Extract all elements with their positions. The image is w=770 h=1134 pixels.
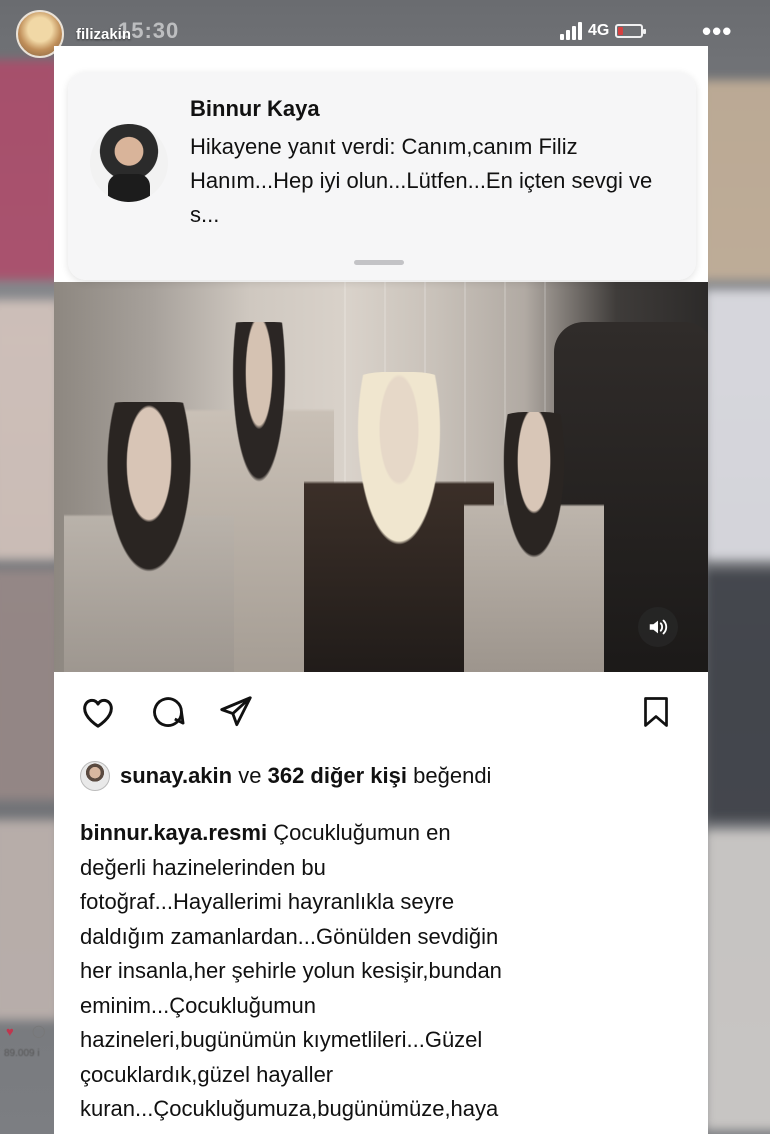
likes-suffix: beğendi — [413, 763, 492, 788]
likes-connector: ve — [238, 763, 262, 788]
background-heart-icon: ♥ — [6, 1024, 14, 1039]
caption-author[interactable]: binnur.kaya.resmi — [80, 820, 267, 845]
network-label: 4G — [588, 22, 610, 39]
bookmark-icon[interactable] — [634, 690, 678, 734]
notification-avatar — [90, 124, 168, 202]
post-photo — [54, 282, 708, 672]
notification-drag-handle[interactable] — [354, 260, 404, 265]
post-actions — [54, 672, 708, 752]
notification-message: Hikayene yanıt verdi: Canım,canım Filiz … — [190, 134, 653, 227]
notification-sender: Binnur Kaya — [190, 96, 320, 121]
likes-count[interactable]: 362 diğer kişi — [268, 763, 407, 788]
send-icon[interactable] — [214, 690, 258, 734]
post-caption: binnur.kaya.resmi Çocukluğumun en değerl… — [80, 816, 700, 1134]
speaker-icon[interactable] — [638, 607, 678, 647]
battery-icon — [615, 24, 647, 38]
likes-line: sunay.akin ve 362 diğer kişi beğendi — [80, 758, 491, 794]
heart-icon[interactable] — [76, 690, 120, 734]
liker-username[interactable]: sunay.akin — [120, 763, 232, 788]
background-comment-icon: ◯ — [32, 1024, 46, 1038]
signal-icon — [560, 22, 582, 40]
caption-text: Çocukluğumun en değerli hazinelerinden b… — [80, 820, 502, 1134]
status-icons: 4G — [560, 22, 647, 40]
comment-icon[interactable] — [146, 690, 190, 734]
liker-avatar[interactable] — [80, 761, 110, 791]
reply-notification[interactable]: Binnur Kaya Hikayene yanıt verdi: Canım,… — [68, 72, 696, 280]
story-username[interactable]: filizakin — [76, 26, 131, 43]
more-icon[interactable]: ••• — [702, 16, 732, 47]
background-like-count: 89.009 i — [4, 1048, 40, 1059]
